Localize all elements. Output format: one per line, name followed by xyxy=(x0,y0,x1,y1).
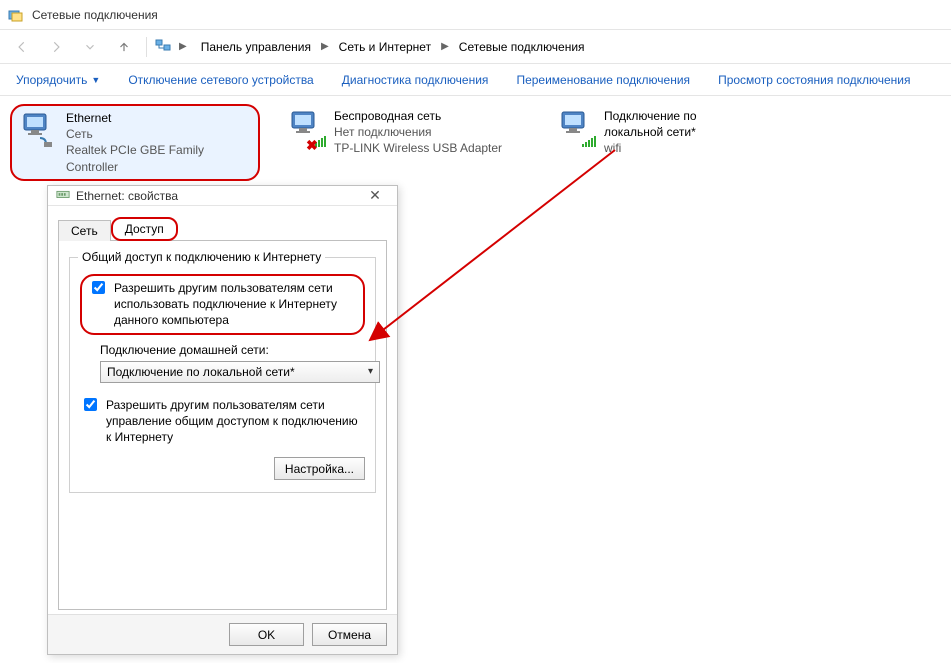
allow-control-label: Разрешить другим пользователям сети упра… xyxy=(106,397,365,446)
network-adapter-icon xyxy=(56,187,70,204)
monitor-wifi-icon xyxy=(556,108,596,148)
monitor-wifi-disabled-icon: ✖ xyxy=(286,108,326,148)
chevron-right-icon: ▶ xyxy=(319,41,331,52)
allow-control-checkbox[interactable] xyxy=(84,398,97,411)
nav-bar: ▶ Панель управления ▶ Сеть и Интернет ▶ … xyxy=(0,30,951,64)
tab-bar: Сеть Доступ xyxy=(58,216,387,240)
chevron-right-icon: ▶ xyxy=(177,41,189,52)
connections-list: Ethernet Сеть Realtek PCIe GBE Family Co… xyxy=(0,96,951,189)
allow-share-row: Разрешить другим пользователям сети испо… xyxy=(80,274,365,335)
command-bar: Упорядочить ▼ Отключение сетевого устрой… xyxy=(0,64,951,96)
connection-wireless[interactable]: ✖ Беспроводная сеть Нет подключения TP-L… xyxy=(280,104,530,161)
connection-name: Ethernet xyxy=(66,110,252,126)
connection-status: Нет подключения xyxy=(334,124,502,140)
chevron-down-icon: ▼ xyxy=(91,75,100,85)
group-legend: Общий доступ к подключению к Интернету xyxy=(78,250,325,264)
tab-panel-access: Общий доступ к подключению к Интернету Р… xyxy=(58,240,387,610)
status-command[interactable]: Просмотр состояния подключения xyxy=(718,73,910,87)
connection-status: Сеть xyxy=(66,126,252,142)
home-network-select[interactable]: Подключение по локальной сети* ▾ xyxy=(100,361,380,383)
dialog-titlebar[interactable]: Ethernet: свойства ✕ xyxy=(48,186,397,206)
dialog-footer: OK Отмена xyxy=(48,614,397,654)
connection-status: wifi xyxy=(604,140,754,156)
monitor-cable-icon xyxy=(18,110,58,150)
tab-access[interactable]: Доступ xyxy=(111,217,178,241)
connection-device: Realtek PCIe GBE Family Controller xyxy=(66,142,252,174)
tab-network[interactable]: Сеть xyxy=(58,220,111,241)
cancel-button[interactable]: Отмена xyxy=(312,623,387,646)
connection-name: Подключение по локальной сети* xyxy=(604,108,754,140)
rename-command[interactable]: Переименование подключения xyxy=(516,73,690,87)
crumb-network-connections[interactable]: Сетевые подключения xyxy=(453,36,591,58)
properties-dialog: Ethernet: свойства ✕ Сеть Доступ Общий д… xyxy=(47,185,398,655)
allow-control-row: Разрешить другим пользователям сети упра… xyxy=(80,397,365,446)
breadcrumb: Панель управления ▶ Сеть и Интернет ▶ Се… xyxy=(195,36,591,58)
back-button[interactable] xyxy=(8,33,36,61)
home-network-label: Подключение домашней сети: xyxy=(100,343,365,357)
up-button[interactable] xyxy=(110,33,138,61)
signal-icon xyxy=(582,135,598,147)
forward-button[interactable] xyxy=(42,33,70,61)
chevron-right-icon: ▶ xyxy=(439,41,451,52)
connection-ethernet[interactable]: Ethernet Сеть Realtek PCIe GBE Family Co… xyxy=(10,104,260,181)
disable-device-command[interactable]: Отключение сетевого устройства xyxy=(128,73,313,87)
recent-locations-button[interactable] xyxy=(76,33,104,61)
allow-share-checkbox[interactable] xyxy=(92,281,105,294)
organize-label: Упорядочить xyxy=(16,73,87,87)
title-bar: Сетевые подключения xyxy=(0,0,951,30)
ok-button[interactable]: OK xyxy=(229,623,304,646)
chevron-down-icon: ▾ xyxy=(368,366,373,377)
organize-menu[interactable]: Упорядочить ▼ xyxy=(16,73,100,87)
network-folder-icon xyxy=(8,7,24,23)
connection-local[interactable]: Подключение по локальной сети* wifi xyxy=(550,104,760,161)
window-title: Сетевые подключения xyxy=(32,8,158,22)
diagnose-command[interactable]: Диагностика подключения xyxy=(342,73,489,87)
connection-device: TP-LINK Wireless USB Adapter xyxy=(334,140,502,156)
x-icon: ✖ xyxy=(306,137,318,154)
allow-share-label: Разрешить другим пользователям сети испо… xyxy=(114,280,357,329)
crumb-network-internet[interactable]: Сеть и Интернет xyxy=(333,36,437,58)
close-button[interactable]: ✕ xyxy=(361,187,389,204)
connection-name: Беспроводная сеть xyxy=(334,108,502,124)
network-panel-icon xyxy=(155,37,171,56)
dialog-title: Ethernet: свойства xyxy=(76,189,178,203)
crumb-control-panel[interactable]: Панель управления xyxy=(195,36,317,58)
ics-group: Общий доступ к подключению к Интернету Р… xyxy=(69,257,376,493)
home-network-value: Подключение по локальной сети* xyxy=(107,365,295,379)
settings-button[interactable]: Настройка... xyxy=(274,457,365,480)
